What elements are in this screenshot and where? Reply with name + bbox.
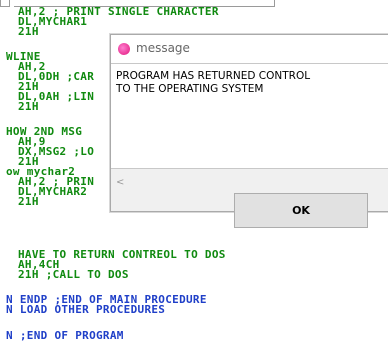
ok-button[interactable]: OK (234, 193, 368, 228)
code-line: 21H ;CALL TO DOS (18, 268, 129, 281)
code-line: 21H (18, 100, 39, 113)
top-divider-left (0, 0, 10, 7)
message-line: PROGRAM HAS RETURNED CONTROL (116, 70, 311, 82)
code-line: N LOAD OTHER PROCEDURES (6, 303, 166, 316)
dialog-titlebar[interactable]: message (111, 35, 388, 63)
app-icon (118, 43, 130, 55)
code-line: 21H (18, 25, 39, 38)
message-line: TO THE OPERATING SYSTEM (116, 83, 264, 95)
scroll-left-icon[interactable]: < (116, 177, 124, 188)
dialog-title: message (136, 41, 190, 55)
message-dialog[interactable]: message PROGRAM HAS RETURNED CONTROL TO … (110, 34, 388, 228)
code-line: 21H (18, 195, 39, 208)
message-text: PROGRAM HAS RETURNED CONTROL TO THE OPER… (116, 70, 346, 96)
code-line: N ;END OF PROGRAM (6, 329, 124, 342)
message-text-area[interactable]: PROGRAM HAS RETURNED CONTROL TO THE OPER… (111, 63, 388, 188)
